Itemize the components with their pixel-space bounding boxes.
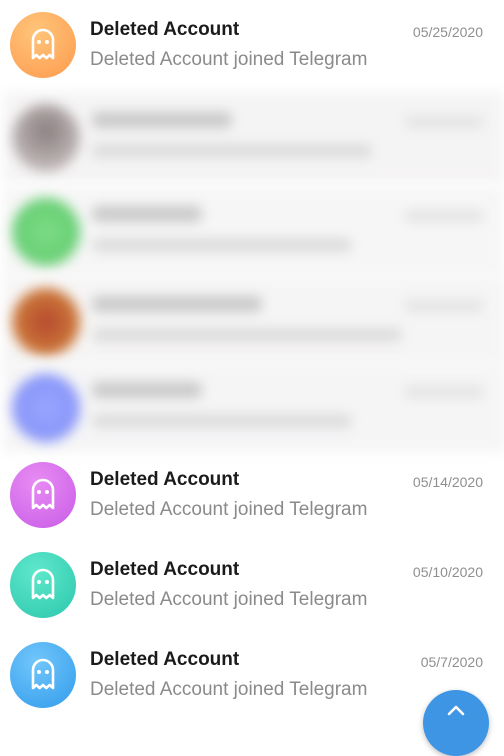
up-arrow-icon xyxy=(447,705,465,716)
scroll-up-button[interactable] xyxy=(423,690,489,756)
ghost-icon xyxy=(31,28,55,60)
avatar xyxy=(10,12,76,78)
avatar xyxy=(10,642,76,708)
chat-last-message: Deleted Account joined Telegram xyxy=(90,589,368,610)
chat-last-message: Deleted Account joined Telegram xyxy=(90,499,368,520)
chat-date: 05/7/2020 xyxy=(420,654,483,670)
chat-row[interactable]: Deleted Account Deleted Account joined T… xyxy=(0,540,504,630)
chat-date: 05/14/2020 xyxy=(412,474,483,490)
redacted-chat-row[interactable] xyxy=(4,276,504,366)
chat-name: Deleted Account xyxy=(90,559,240,580)
ghost-icon xyxy=(31,478,55,510)
redacted-chat-row[interactable] xyxy=(4,362,504,452)
chat-last-message: Deleted Account joined Telegram xyxy=(90,679,368,700)
avatar xyxy=(12,198,80,266)
chat-name: Deleted Account xyxy=(90,469,240,490)
chat-name: Deleted Account xyxy=(90,649,240,670)
chat-date: 05/10/2020 xyxy=(412,564,483,580)
chat-row[interactable]: Deleted Account Deleted Account joined T… xyxy=(0,450,504,540)
chat-row[interactable]: Deleted Account Deleted Account joined T… xyxy=(0,0,504,90)
avatar xyxy=(12,374,80,442)
redacted-chat-row[interactable] xyxy=(4,186,504,276)
avatar xyxy=(10,552,76,618)
chat-last-message: Deleted Account joined Telegram xyxy=(90,49,368,70)
chat-name: Deleted Account xyxy=(90,19,240,40)
ghost-icon xyxy=(31,658,55,690)
chat-date: 05/25/2020 xyxy=(412,24,483,40)
avatar xyxy=(12,288,80,356)
redacted-chat-row[interactable] xyxy=(4,92,504,182)
avatar xyxy=(12,104,80,172)
avatar xyxy=(10,462,76,528)
ghost-icon xyxy=(31,568,55,600)
